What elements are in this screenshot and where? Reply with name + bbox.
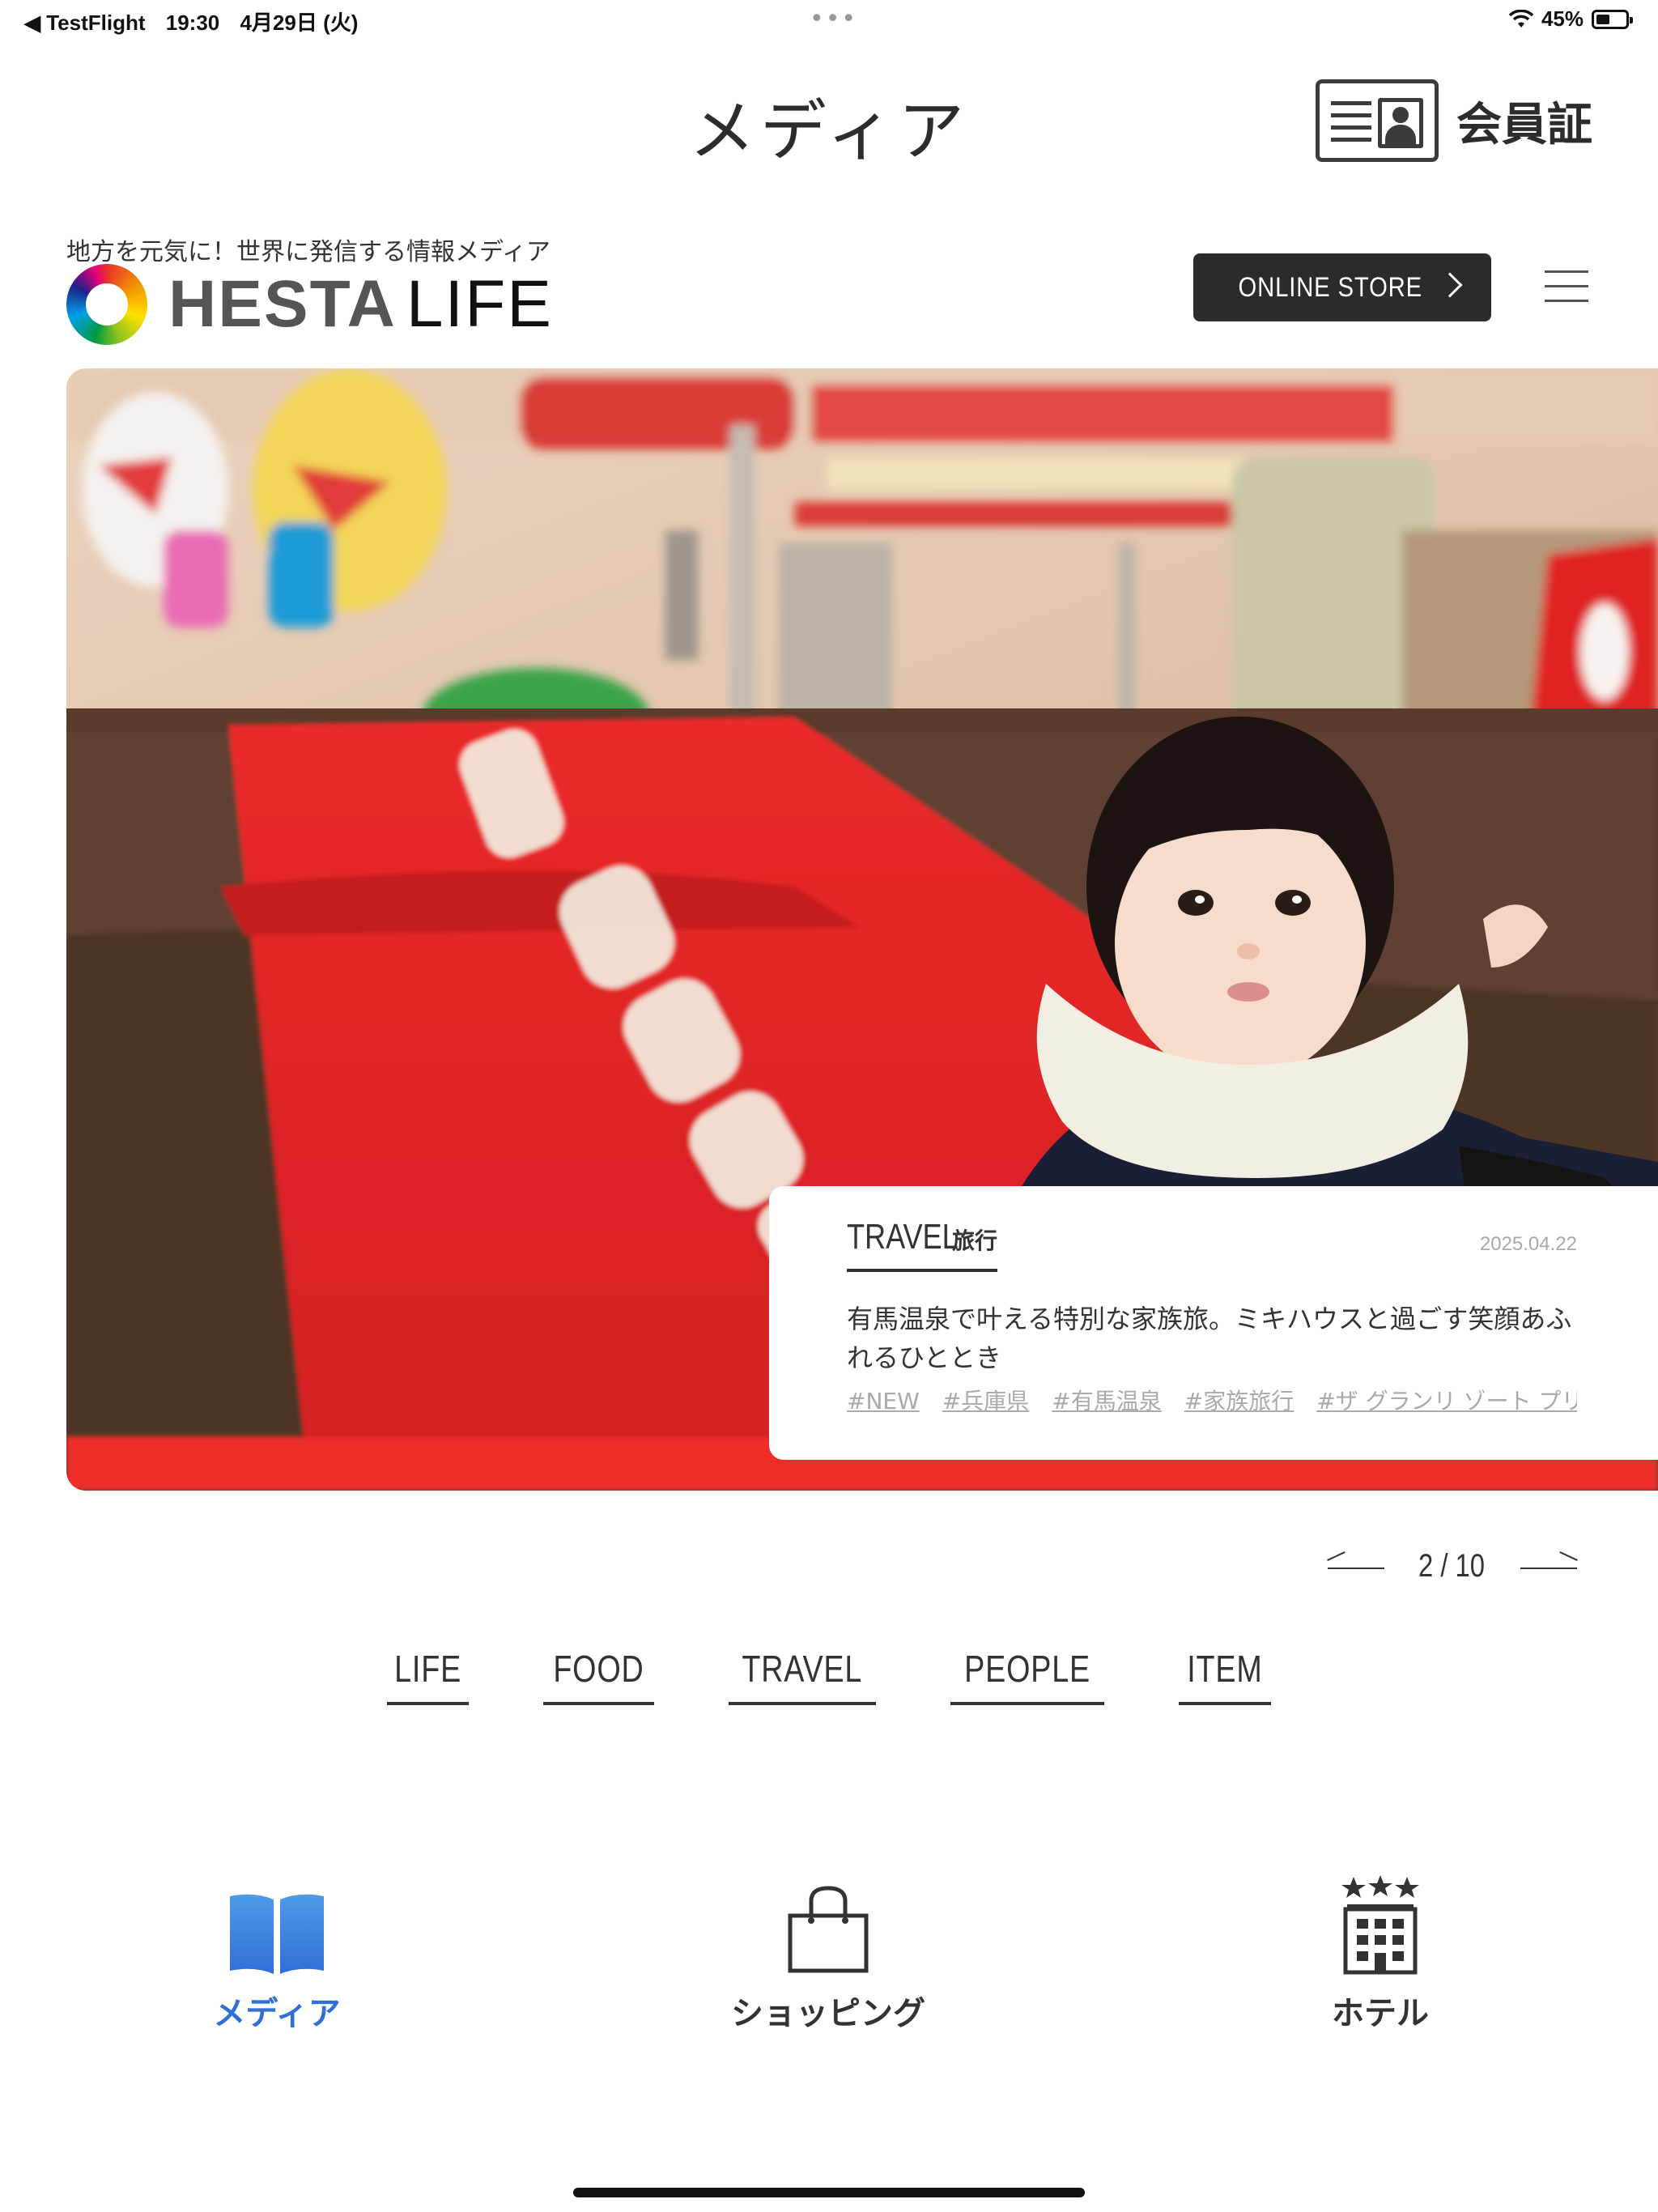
category-tab-travel[interactable]: TRAVEL	[729, 1647, 876, 1705]
hamburger-menu-icon[interactable]	[1545, 270, 1588, 303]
id-card-icon	[1316, 79, 1439, 162]
online-store-label: ONLINE STORE	[1238, 271, 1422, 303]
status-date: 4月29日 (火)	[240, 11, 359, 35]
article-category-en: TRAVEL	[847, 1217, 959, 1257]
tab-hotel-label: ホテル	[1332, 1995, 1429, 2032]
tab-media-label: メディア	[213, 1995, 341, 2032]
arrow-left-icon[interactable]	[1328, 1568, 1384, 1569]
tab-media[interactable]: メディア	[115, 1878, 439, 2034]
wifi-icon	[1508, 9, 1533, 28]
open-book-icon	[230, 1894, 324, 1974]
shopping-bag-icon	[788, 1886, 869, 1973]
member-card-button[interactable]: 会員証	[1316, 79, 1592, 162]
featured-article-card[interactable]: TRAVEL 旅行 2025.04.22 有馬温泉で叶える特別な家族旅。ミキハウ…	[769, 1186, 1658, 1460]
arrow-right-icon[interactable]	[1520, 1568, 1577, 1569]
online-store-button[interactable]: ONLINE STORE	[1193, 253, 1491, 321]
article-category-jp: 旅行	[952, 1227, 998, 1254]
bottom-tab-bar: メディア ショッピング ホテル	[0, 1875, 1658, 2057]
status-bar-right: 45%	[1508, 6, 1633, 32]
article-category: TRAVEL 旅行	[847, 1217, 998, 1272]
tag-link[interactable]: #有馬温泉	[1052, 1388, 1161, 1414]
article-date: 2025.04.22	[1479, 1233, 1577, 1255]
category-tab-people[interactable]: PEOPLE	[950, 1647, 1104, 1705]
category-tab-life[interactable]: LIFE	[387, 1647, 470, 1705]
tag-link[interactable]: #家族旅行	[1184, 1388, 1294, 1414]
multitasking-dots[interactable]: •••	[810, 5, 857, 33]
category-tabs: LIFE FOOD TRAVEL PEOPLE ITEM	[0, 1647, 1658, 1705]
home-indicator[interactable]	[573, 2188, 1085, 2197]
logo-life-text: LIFE	[406, 267, 553, 341]
tag-link[interactable]: #兵庫県	[942, 1388, 1029, 1414]
tag-link[interactable]: #NEW	[847, 1388, 920, 1414]
article-title[interactable]: 有馬温泉で叶える特別な家族旅。ミキハウスと過ごす笑顔あふれるひととき	[847, 1300, 1575, 1377]
chevron-right-icon	[1437, 272, 1463, 298]
battery-icon	[1592, 9, 1633, 29]
member-card-label: 会員証	[1456, 98, 1592, 151]
back-to-app-link[interactable]: ◀ TestFlight	[24, 11, 146, 35]
status-bar: ◀ TestFlight 19:30 4月29日 (火) ••• 45%	[0, 0, 1658, 39]
category-tab-item[interactable]: ITEM	[1178, 1647, 1271, 1705]
tab-hotel[interactable]: ホテル	[1218, 1875, 1542, 2034]
tag-link[interactable]: #ザ グランリ ゾート プリンセス	[1316, 1388, 1577, 1414]
status-bar-left: ◀ TestFlight 19:30 4月29日 (火)	[24, 6, 372, 36]
tab-shopping-label: ショッピング	[731, 1995, 925, 2032]
category-tab-food[interactable]: FOOD	[543, 1647, 655, 1705]
hesta-life-logo[interactable]: HESTA LIFE	[66, 264, 553, 345]
status-time: 19:30	[165, 11, 220, 35]
slide-pager: 2 / 10	[1324, 1546, 1577, 1592]
hesta-ring-logo-icon	[66, 264, 147, 345]
tab-shopping[interactable]: ショッピング	[666, 1878, 990, 2034]
article-tags: #NEW #兵庫県 #有馬温泉 #家族旅行 #ザ グランリ ゾート プリンセス	[847, 1384, 1577, 1416]
site-tagline: 地方を元気に！世界に発信する情報メディア	[66, 238, 551, 266]
battery-percent: 45%	[1541, 6, 1584, 31]
hotel-building-icon	[1341, 1875, 1419, 1975]
logo-hesta-text: HESTA	[168, 267, 397, 341]
slide-counter: 2 / 10	[1418, 1548, 1486, 1584]
